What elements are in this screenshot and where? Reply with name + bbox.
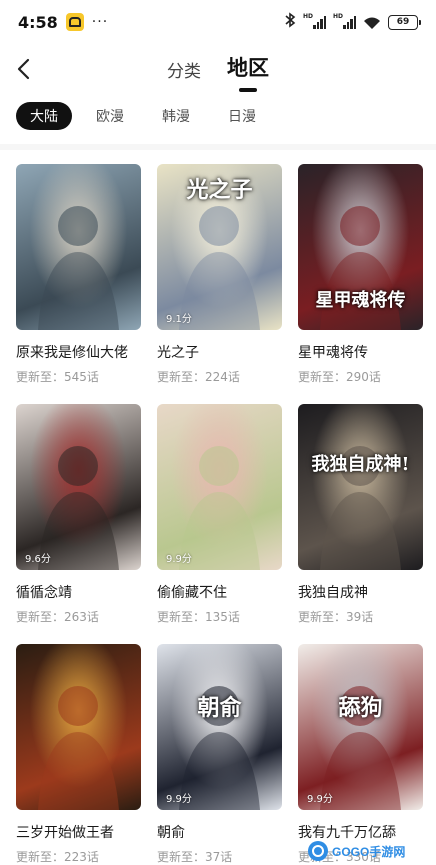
cover-title-art: 光之子 [186,177,253,203]
watermark-text: GOGO手游网 [332,844,406,859]
cover-art [298,644,423,810]
cover-figure [38,206,119,330]
tab-region[interactable]: 地区 [227,52,269,88]
comic-update-status: 更新至：263话 [16,610,99,624]
comic-cover[interactable]: 星甲魂将传 [298,164,423,330]
score-badge: 9.9分 [166,794,192,805]
comic-card[interactable]: 三岁开始做王者更新至：223话 [16,644,141,865]
region-chip-japanese[interactable]: 日漫 [214,102,270,130]
cover-art [16,164,141,330]
battery-icon: 69 [388,14,421,30]
cover-art [16,404,141,570]
region-filter: 大陆 欧漫 韩漫 日漫 [16,102,270,130]
cover-art [16,644,141,810]
comic-cover[interactable]: 舔狗 9.9分 [298,644,423,810]
comic-update-status: 更新至：290话 [298,370,381,384]
cover-figure [38,446,119,570]
region-chip-korean[interactable]: 韩漫 [148,102,204,130]
comic-update-status: 更新至：39话 [298,610,374,624]
figure-head [58,206,98,246]
status-icons: HD HD 69 [284,12,421,32]
watermark: GOGO手游网 [308,840,434,862]
comic-update-status: 更新至：135话 [157,610,240,624]
comic-card[interactable]: 9.6分循循念靖更新至：263话 [16,404,141,644]
signal-2-tag: HD [333,13,344,20]
comic-cover[interactable]: 9.6分 [16,404,141,570]
figure-head [58,686,98,726]
cover-art [298,404,423,570]
comic-grid: 原来我是修仙大佬 更新至：545话 光之子 9.1分 光之子 更新至：224话 星甲魂将传星… [16,164,424,865]
comic-title[interactable]: 原来我是修仙大佬 [16,342,141,362]
comic-title[interactable]: 星甲魂将传 [298,342,423,362]
cover-title-art: 朝俞 [197,695,242,721]
figure-head [58,446,98,486]
comic-update-status: 更新至：223话 [16,850,99,864]
region-chip-western[interactable]: 欧漫 [82,102,138,130]
comic-title[interactable]: 三岁开始做王者 [16,822,141,842]
signal-1-tag: HD [303,13,314,20]
figure-head [199,446,239,486]
cover-art [157,644,282,810]
comic-cover[interactable] [16,644,141,810]
header-tabs: 分类 地区 [0,52,436,88]
comic-cover[interactable] [16,164,141,330]
bluetooth-icon [284,12,296,32]
comic-cover[interactable]: 光之子 9.1分 [157,164,282,330]
comic-update-status: 更新至：545话 [16,370,99,384]
comic-title[interactable]: 偷偷藏不住 [157,582,282,602]
comic-card[interactable]: 光之子 9.1分 光之子 更新至：224话 [157,164,282,404]
comic-title[interactable]: 光之子 [157,342,282,362]
cover-art [157,404,282,570]
comic-update-status: 更新至：37话 [157,850,233,864]
more-notifications-icon: ··· [91,14,109,30]
cover-figure [320,446,401,570]
cover-figure [320,686,401,810]
comic-card[interactable]: 舔狗 9.9分 我有九千万亿舔 更新至：330话 [298,644,423,865]
figure-head [199,206,239,246]
comic-card[interactable]: 朝俞 9.9分 朝俞 更新至：37话 [157,644,282,865]
score-badge: 9.9分 [166,554,192,565]
section-divider [0,144,436,150]
comic-card[interactable]: 原来我是修仙大佬更新至：545话 [16,164,141,404]
score-badge: 9.6分 [25,554,51,565]
cover-figure [38,686,119,810]
figure-body [38,252,119,330]
score-badge: 9.1分 [166,314,192,325]
comic-cover[interactable]: 朝俞 9.9分 [157,644,282,810]
cover-title-art: 星甲魂将传 [315,290,406,311]
comic-card[interactable]: 我独自成神! 我独自成神更新至：39话 [298,404,423,644]
comic-title[interactable]: 循循念靖 [16,582,141,602]
cover-figure [179,446,260,570]
wifi-icon [363,15,381,29]
figure-body [320,492,401,570]
header: 分类 地区 [0,44,436,96]
comic-card[interactable]: 星甲魂将传 星甲魂将传 更新至：290话 [298,164,423,404]
app-notification-icon [65,13,84,31]
figure-head [340,206,380,246]
region-chip-mainland[interactable]: 大陆 [16,102,72,130]
cover-title-art: 舔狗 [338,695,383,721]
comic-title[interactable]: 我独自成神 [298,582,423,602]
figure-body [38,732,119,810]
comic-cover[interactable]: 9.9分 [157,404,282,570]
status-bar: 4:58 ··· HD HD 69 [0,0,436,44]
comic-title[interactable]: 朝俞 [157,822,282,842]
comic-cover[interactable]: 我独自成神! [298,404,423,570]
score-badge: 9.9分 [307,794,333,805]
tab-category[interactable]: 分类 [167,57,201,88]
signal-2-icon: HD [333,13,356,29]
comic-title[interactable]: 我有九千万亿舔 [298,822,423,842]
comic-update-status: 更新至：224话 [157,370,240,384]
cover-title-art: 我独自成神! [311,454,410,475]
cover-figure [179,686,260,810]
watermark-logo-icon [308,841,328,861]
status-time: 4:58 [18,12,58,32]
comic-card[interactable]: 9.9分偷偷藏不住更新至：135话 [157,404,282,644]
signal-1-icon: HD [303,13,326,29]
